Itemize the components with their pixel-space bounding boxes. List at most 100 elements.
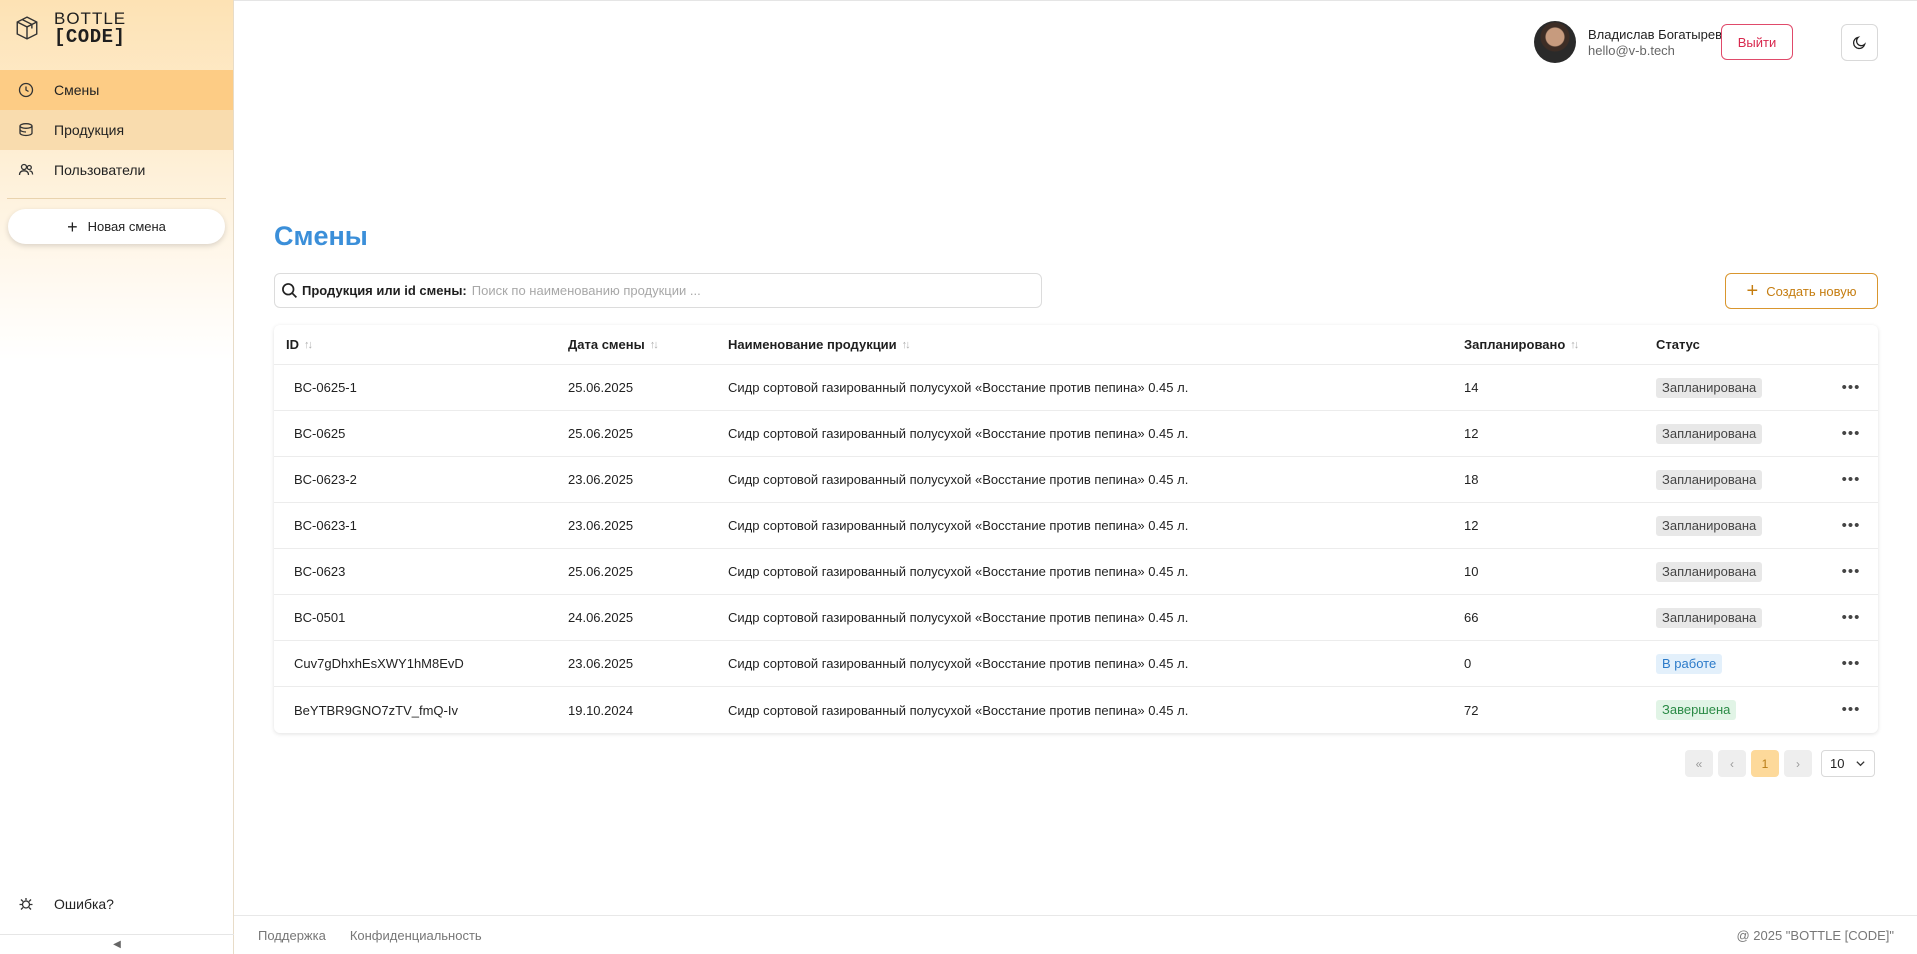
cell-status: Запланирована: [1656, 607, 1831, 628]
table-row[interactable]: Cuv7gDhxhEsXWY1hM8EvD 23.06.2025 Сидр со…: [274, 641, 1878, 687]
cell-status: Завершена: [1656, 700, 1831, 720]
cell-date: 25.06.2025: [568, 564, 634, 579]
more-options-icon[interactable]: •••: [1842, 656, 1861, 671]
table-row[interactable]: BC-0623-2 23.06.2025 Сидр сортовой газир…: [274, 457, 1878, 503]
sidebar-item-label: Продукция: [54, 122, 125, 138]
privacy-link[interactable]: Конфиденциальность: [350, 928, 482, 943]
user-profile[interactable]: Владислав Богатырев hello@v-b.tech: [1534, 21, 1722, 63]
sort-icon[interactable]: ↑↓: [650, 339, 659, 351]
create-new-button[interactable]: + Создать новую: [1725, 273, 1878, 309]
copyright: @ 2025 "BOTTLE [CODE]": [1736, 927, 1894, 943]
sort-icon[interactable]: ↑↓: [304, 339, 313, 351]
cell-date: 25.06.2025: [568, 380, 634, 395]
cell-date: 24.06.2025: [568, 610, 634, 625]
cell-product: Сидр сортовой газированный полусухой «Во…: [728, 656, 1189, 671]
theme-toggle-button[interactable]: [1841, 24, 1878, 61]
column-title: Наименование продукции: [728, 337, 897, 352]
page-title: Смены: [274, 221, 368, 251]
table-row[interactable]: BC-0623-1 23.06.2025 Сидр сортовой газир…: [274, 503, 1878, 549]
cell-planned: 18: [1464, 472, 1479, 487]
report-error-link[interactable]: Ошибка?: [18, 896, 114, 912]
users-icon: [18, 163, 34, 176]
collapse-sidebar-button[interactable]: ◀: [0, 934, 234, 954]
status-badge: Запланирована: [1656, 515, 1763, 536]
cell-date: 23.06.2025: [568, 656, 634, 671]
report-error-label: Ошибка?: [54, 896, 114, 912]
cell-id: BC-0623-1: [294, 518, 357, 533]
plus-icon: +: [1746, 280, 1759, 302]
cell-actions: •••: [1831, 564, 1871, 579]
cell-product: Сидр сортовой газированный полусухой «Во…: [728, 610, 1189, 625]
plus-icon: +: [67, 216, 78, 237]
status-badge: Запланирована: [1656, 561, 1763, 582]
sort-icon[interactable]: ↑↓: [1570, 339, 1579, 351]
page-button-current[interactable]: 1: [1751, 750, 1779, 777]
search-label: Продукция или id смены:: [302, 283, 467, 298]
more-options-icon[interactable]: •••: [1842, 472, 1861, 487]
cell-actions: •••: [1831, 656, 1871, 671]
clock-icon: [18, 82, 34, 98]
more-options-icon[interactable]: •••: [1842, 564, 1861, 579]
moon-icon: [1852, 36, 1866, 50]
table-row[interactable]: BC-0625 25.06.2025 Сидр сортовой газиров…: [274, 411, 1878, 457]
support-link[interactable]: Поддержка: [258, 928, 326, 943]
more-options-icon[interactable]: •••: [1842, 610, 1861, 625]
user-name: Владислав Богатырев: [1588, 26, 1722, 42]
status-badge: В работе: [1656, 653, 1723, 674]
more-options-icon[interactable]: •••: [1842, 702, 1861, 717]
column-header-product[interactable]: Наименование продукции ↑↓: [728, 337, 1464, 352]
next-page-button[interactable]: ›: [1784, 750, 1812, 777]
top-header: Владислав Богатырев hello@v-b.tech Выйти: [234, 0, 1917, 80]
cell-product: Сидр сортовой газированный полусухой «Во…: [728, 564, 1189, 579]
first-page-button[interactable]: «: [1685, 750, 1713, 777]
sidebar-item-label: Смены: [54, 82, 100, 98]
status-badge: Запланирована: [1656, 607, 1763, 628]
cell-product: Сидр сортовой газированный полусухой «Во…: [728, 426, 1189, 441]
status-badge: Запланирована: [1656, 469, 1763, 490]
column-header-date[interactable]: Дата смены ↑↓: [568, 337, 728, 352]
sidebar-item-products[interactable]: Продукция: [0, 110, 233, 150]
new-shift-button[interactable]: + Новая смена: [8, 209, 225, 244]
cell-id: BC-0501: [294, 610, 346, 625]
brand-line2: [CODE]: [54, 26, 126, 48]
column-header-planned[interactable]: Запланировано ↑↓: [1464, 337, 1656, 352]
brand-logo[interactable]: BOTTLE [CODE]: [0, 0, 233, 56]
avatar: [1534, 21, 1576, 63]
cell-planned: 14: [1464, 380, 1479, 395]
cell-id: Cuv7gDhxhEsXWY1hM8EvD: [294, 656, 464, 671]
cell-planned: 12: [1464, 518, 1479, 533]
cell-actions: •••: [1831, 380, 1871, 395]
column-title: Статус: [1656, 337, 1700, 352]
cell-id: BC-0623-2: [294, 472, 357, 487]
cell-status: Запланирована: [1656, 561, 1831, 582]
more-options-icon[interactable]: •••: [1842, 518, 1861, 533]
cell-planned: 0: [1464, 656, 1472, 671]
table-row[interactable]: BC-0625-1 25.06.2025 Сидр сортовой газир…: [274, 365, 1878, 411]
sidebar-item-users[interactable]: Пользователи: [0, 150, 233, 190]
column-header-id[interactable]: ID ↑↓: [274, 337, 568, 352]
status-badge: Завершена: [1656, 700, 1737, 720]
sort-icon[interactable]: ↑↓: [902, 339, 911, 351]
cell-status: Запланирована: [1656, 469, 1831, 490]
table-row[interactable]: BC-0501 24.06.2025 Сидр сортовой газиров…: [274, 595, 1878, 641]
logout-button[interactable]: Выйти: [1721, 24, 1793, 60]
sidebar-divider: [7, 198, 226, 199]
table-row[interactable]: BeYTBR9GNO7zTV_fmQ-Iv 19.10.2024 Сидр со…: [274, 687, 1878, 733]
search-input[interactable]: [471, 283, 1041, 298]
sidebar-item-shifts[interactable]: Смены: [0, 70, 233, 110]
cell-status: Запланирована: [1656, 377, 1831, 398]
table-row[interactable]: BC-0623 25.06.2025 Сидр сортовой газиров…: [274, 549, 1878, 595]
shifts-table: ID ↑↓ Дата смены ↑↓ Наименование продукции…: [274, 325, 1878, 733]
column-header-status: Статус: [1656, 337, 1831, 352]
more-options-icon[interactable]: •••: [1842, 426, 1861, 441]
search-icon: [282, 283, 298, 299]
column-title: Дата смены: [568, 337, 645, 352]
cell-product: Сидр сортовой газированный полусухой «Во…: [728, 380, 1189, 395]
cell-actions: •••: [1831, 518, 1871, 533]
brand-name: BOTTLE [CODE]: [54, 10, 126, 48]
cell-actions: •••: [1831, 702, 1871, 717]
page-size-select[interactable]: 10: [1821, 750, 1875, 777]
prev-page-button[interactable]: ‹: [1718, 750, 1746, 777]
more-options-icon[interactable]: •••: [1842, 380, 1861, 395]
user-email: hello@v-b.tech: [1588, 42, 1675, 58]
